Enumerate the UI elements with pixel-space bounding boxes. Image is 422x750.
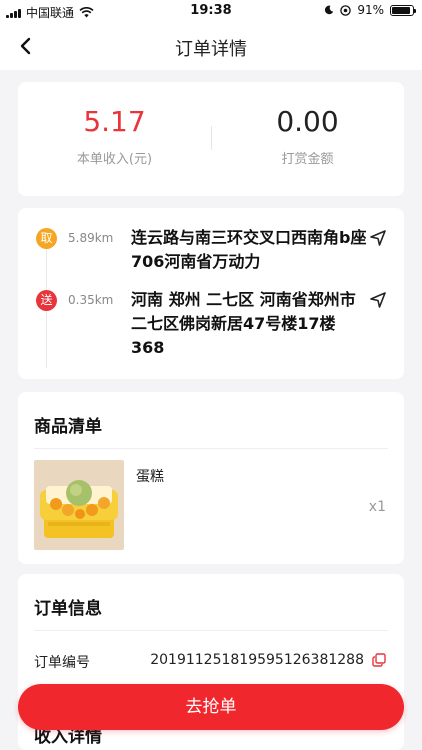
- grab-order-button[interactable]: 去抢单: [18, 684, 404, 730]
- goods-section-title: 商品清单: [34, 417, 102, 437]
- navigate-arrow-icon[interactable]: [368, 228, 388, 248]
- goods-item-quantity: x1: [368, 499, 386, 515]
- pickup-distance: 5.89km: [68, 231, 114, 245]
- order-number-label: 订单编号: [34, 655, 90, 671]
- goods-divider: [34, 448, 388, 449]
- navigate-arrow-icon[interactable]: [368, 290, 388, 310]
- tip-amount-block: 0.00 打赏金额: [211, 104, 404, 167]
- order-income-label: 本单收入(元): [76, 152, 153, 167]
- battery-percent: 91%: [357, 3, 384, 17]
- moon-icon: [325, 5, 334, 15]
- cake-product-image: [34, 460, 124, 550]
- pickup-address: 连云路与南三环交叉口西南角b座706河南省万动力: [131, 228, 367, 271]
- battery-icon: [390, 4, 416, 16]
- dropoff-address: 河南 郑州 二七区 河南省郑州市二七区佛岗新居47号楼17楼368: [131, 290, 356, 357]
- tip-amount-label: 打赏金额: [281, 152, 334, 167]
- order-income-value: 5.17: [83, 105, 146, 138]
- order-income-block: 5.17 本单收入(元): [18, 104, 211, 167]
- battery-level: [392, 6, 411, 14]
- dropoff-badge: 送: [36, 290, 57, 311]
- order-info-divider: [34, 630, 388, 631]
- pickup-badge: 取: [36, 228, 57, 249]
- goods-card: 商品清单 蛋糕 x1: [18, 392, 404, 564]
- status-bar-right: 91%: [324, 3, 416, 17]
- status-bar: 中国联通 19:38 91%: [0, 0, 422, 22]
- goods-item-name: 蛋糕: [136, 469, 164, 485]
- location-lock-icon: [340, 4, 352, 16]
- tip-amount-value: 0.00: [276, 105, 339, 138]
- route-card: 取 5.89km 连云路与南三环交叉口西南角b座706河南省万动力 送 0.35…: [18, 208, 404, 379]
- dropoff-distance: 0.35km: [68, 293, 114, 307]
- copy-icon[interactable]: [372, 653, 386, 667]
- order-info-title: 订单信息: [34, 599, 102, 619]
- page-title: 订单详情: [175, 39, 247, 60]
- navigation-bar: 订单详情: [0, 22, 422, 70]
- order-number-value: 201911251819595126381288: [150, 652, 364, 668]
- income-card: 5.17 本单收入(元) 0.00 打赏金额: [18, 82, 404, 196]
